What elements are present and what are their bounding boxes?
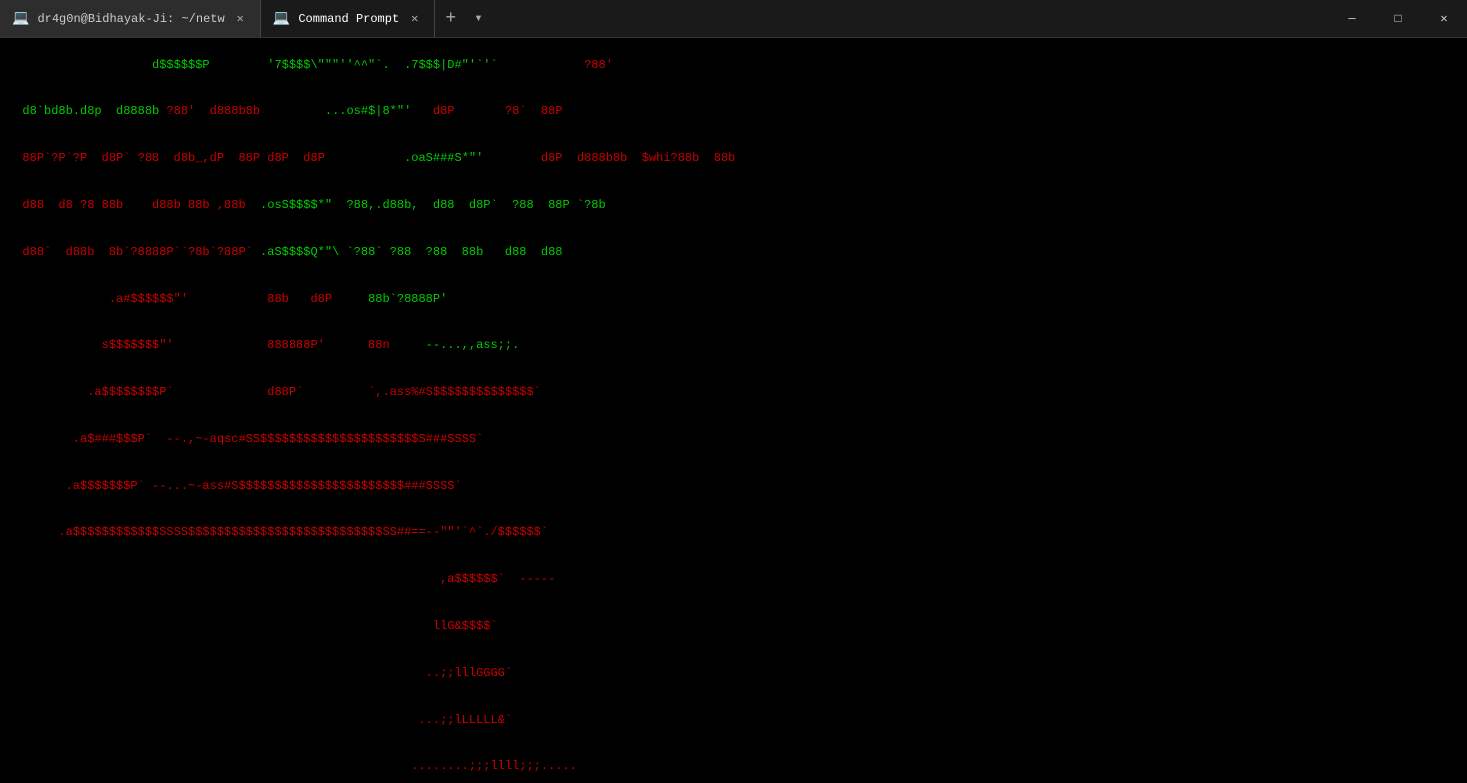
minimize-button[interactable]: ─ xyxy=(1329,0,1375,38)
terminal-icon: 💻 xyxy=(12,10,29,27)
terminal-area: d$$$$$$P '7$$$$\"""''^^"`. .7$$$|D#"'`'`… xyxy=(0,38,1467,783)
cmd-icon: 💻 xyxy=(273,10,290,27)
ascii-art-12: ,a$$$$$$` ----- xyxy=(8,557,1459,604)
minimize-icon: ─ xyxy=(1348,12,1355,26)
tab-cmd[interactable]: 💻 Command Prompt ✕ xyxy=(261,0,436,37)
ascii-art: d$$$$$$P '7$$$$\"""''^^"`. .7$$$|D#"'`'`… xyxy=(8,42,1459,89)
ascii-art-3: 88P`?P`?P d8P` ?88 d8b_,dP 88P d8P d8P .… xyxy=(8,136,1459,183)
tab1-close-button[interactable]: ✕ xyxy=(233,9,248,28)
ascii-art-7: s$$$$$$$"' 888888P' 88n --...,,ass;;. xyxy=(8,323,1459,370)
maximize-icon: □ xyxy=(1394,12,1401,26)
ascii-art-8: .a$$$$$$$$P` d88P` `,.ass%#S$$$$$$$$$$$$… xyxy=(8,369,1459,416)
tab-terminal1[interactable]: 💻 dr4g0n@Bidhayak-Ji: ~/netw ✕ xyxy=(0,0,261,37)
ascii-art-10: .a$$$$$$$P` --...~-ass#S$$$$$$$$$$$$$$$$… xyxy=(8,463,1459,510)
ascii-art-13: llG&$$$$` xyxy=(8,603,1459,650)
maximize-button[interactable]: □ xyxy=(1375,0,1421,38)
ascii-art-6: .a#$$$$$$"' 88b d8P 88b`?8888P' xyxy=(8,276,1459,323)
ascii-art-9: .a$###$$$P` --.,~-aqsc#SS$$$$$$$$$$$$$$$… xyxy=(8,416,1459,463)
add-tab-button[interactable]: + xyxy=(435,0,466,37)
dropdown-icon: ▾ xyxy=(474,10,482,27)
close-button[interactable]: ✕ xyxy=(1421,0,1467,38)
ascii-art-11: .a$$$$$$$$$$$$SSSS$$$$$$$$$$$$$$$$$$$$$$… xyxy=(8,510,1459,557)
ascii-art-5: d88` d88b 8b`?8888P``?8b`?88P` .aS$$$$Q*… xyxy=(8,229,1459,276)
tab1-label: dr4g0n@Bidhayak-Ji: ~/netw xyxy=(37,12,224,26)
close-icon: ✕ xyxy=(1440,11,1447,26)
ascii-art-16: ........;;;llll;;;..... xyxy=(8,744,1459,783)
tab-dropdown-button[interactable]: ▾ xyxy=(466,0,490,37)
ascii-art-15: ...;;lLLLLL&` xyxy=(8,697,1459,744)
ascii-art-4: d88 d8 ?8 88b d88b 88b ,88b .osS$$$$*" ?… xyxy=(8,182,1459,229)
titlebar: 💻 dr4g0n@Bidhayak-Ji: ~/netw ✕ 💻 Command… xyxy=(0,0,1467,38)
ascii-art-2: d8`bd8b.d8p d8888b ?88' d888b8b ...os#$|… xyxy=(8,89,1459,136)
tab2-close-button[interactable]: ✕ xyxy=(407,9,422,28)
ascii-art-14: ..;;lllGGGG` xyxy=(8,650,1459,697)
window-controls: ─ □ ✕ xyxy=(1329,0,1467,37)
add-tab-icon: + xyxy=(445,9,456,29)
tabs-area: 💻 dr4g0n@Bidhayak-Ji: ~/netw ✕ 💻 Command… xyxy=(0,0,1329,37)
tab2-label: Command Prompt xyxy=(298,12,399,26)
